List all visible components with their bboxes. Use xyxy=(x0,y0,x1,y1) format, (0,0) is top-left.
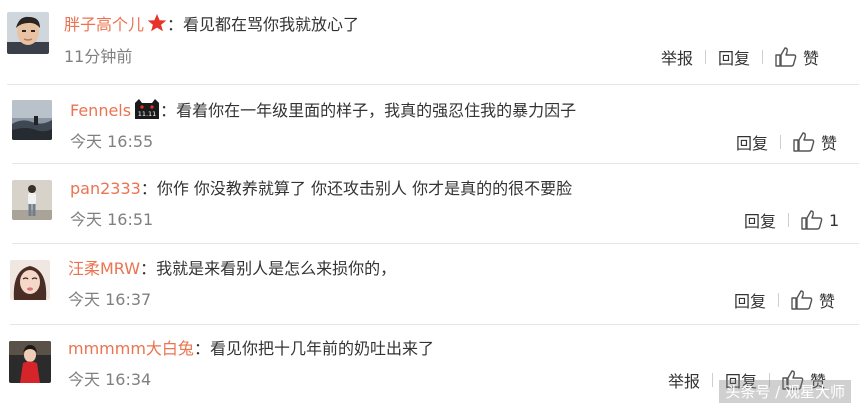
like-count: 1 xyxy=(829,210,840,230)
reply-button[interactable]: 回复 xyxy=(744,208,776,232)
avatar[interactable] xyxy=(9,341,51,383)
thumbs-up-icon xyxy=(775,47,797,67)
avatar[interactable] xyxy=(7,12,49,54)
comment-line: 汪柔MRW：我就是来看别人是怎么来损你的， xyxy=(68,258,396,280)
comment-text: ：看见都在骂你我就放心了 xyxy=(167,15,360,34)
comment-actions: 举报 回复 赞 xyxy=(661,45,819,69)
report-button[interactable]: 举报 xyxy=(668,368,700,392)
like-button[interactable]: 赞 xyxy=(775,45,819,69)
comment-item: pan2333：你作 你没教养就算了 你还攻击别人 你才是真的的很不要脸 今天 … xyxy=(0,164,859,243)
comment-item: 汪柔MRW：我就是来看别人是怎么来损你的， 今天 16:37 回复 赞 xyxy=(0,244,859,324)
comment-text: ：你作 你没教养就算了 你还攻击别人 你才是真的的很不要脸 xyxy=(140,179,573,198)
reply-button[interactable]: 回复 xyxy=(718,45,750,69)
like-button[interactable]: 赞 xyxy=(791,288,835,312)
divider xyxy=(762,50,764,64)
comment-item: 胖子高个儿 ：看见都在骂你我就放心了 11分钟前 举报 回复 赞 xyxy=(0,0,859,84)
comment-line: mmmmm大白兔：看见你把十几年前的奶吐出来了 xyxy=(68,338,434,360)
username-link[interactable]: 胖子高个儿 xyxy=(64,15,144,34)
username-link[interactable]: pan2333 xyxy=(70,179,141,198)
comment-time: 今天 16:51 xyxy=(70,210,154,229)
comment-actions: 回复 1 xyxy=(744,208,839,232)
like-label: 赞 xyxy=(803,49,820,68)
report-button[interactable]: 举报 xyxy=(661,45,693,69)
like-button[interactable]: 赞 xyxy=(793,130,837,154)
divider xyxy=(712,373,714,387)
comment-time: 今天 16:37 xyxy=(68,290,152,309)
comment-item: Fennels 11.11 ：看着你在一年级里面的样子，我真的强忍住我的暴力因子 今… xyxy=(0,85,859,164)
reply-button[interactable]: 回复 xyxy=(736,130,768,154)
svg-text:11.11: 11.11 xyxy=(138,110,157,118)
username-link[interactable]: 汪柔MRW xyxy=(68,259,140,278)
comment-text: ：我就是来看别人是怎么来损你的， xyxy=(140,259,397,278)
thumbs-up-icon xyxy=(791,290,813,310)
comment-time: 11分钟前 xyxy=(64,47,133,66)
divider xyxy=(780,135,782,149)
watermark: 头条号 / 观星大师 xyxy=(719,380,851,403)
divider xyxy=(788,213,790,227)
star-icon xyxy=(147,13,167,39)
like-label: 赞 xyxy=(821,134,838,153)
comment-time: 今天 16:34 xyxy=(68,370,152,389)
comment-line: pan2333：你作 你没教养就算了 你还攻击别人 你才是真的的很不要脸 xyxy=(70,178,572,200)
comment-actions: 回复 赞 xyxy=(736,130,837,154)
thumbs-up-icon xyxy=(801,210,823,230)
avatar[interactable] xyxy=(12,180,52,220)
comment-line: 胖子高个儿 ：看见都在骂你我就放心了 xyxy=(64,13,359,39)
avatar[interactable] xyxy=(12,100,52,140)
comment-text: ：看见你把十几年前的奶吐出来了 xyxy=(193,339,434,358)
divider xyxy=(705,50,707,64)
comment-actions: 回复 赞 xyxy=(734,288,835,312)
comment-text: ：看着你在一年级里面的样子，我真的强忍住我的暴力因子 xyxy=(160,101,577,120)
comment-time: 今天 16:55 xyxy=(70,132,154,151)
like-label: 赞 xyxy=(819,292,836,311)
thumbs-up-icon xyxy=(793,132,815,152)
double-eleven-cat-icon: 11.11 xyxy=(134,99,160,125)
username-link[interactable]: Fennels xyxy=(70,101,131,120)
reply-button[interactable]: 回复 xyxy=(734,288,766,312)
username-link[interactable]: mmmmm大白兔 xyxy=(68,339,194,358)
divider xyxy=(778,293,780,307)
comment-line: Fennels 11.11 ：看着你在一年级里面的样子，我真的强忍住我的暴力因子 xyxy=(70,99,576,125)
avatar[interactable] xyxy=(10,260,50,300)
like-button[interactable]: 1 xyxy=(801,210,839,230)
